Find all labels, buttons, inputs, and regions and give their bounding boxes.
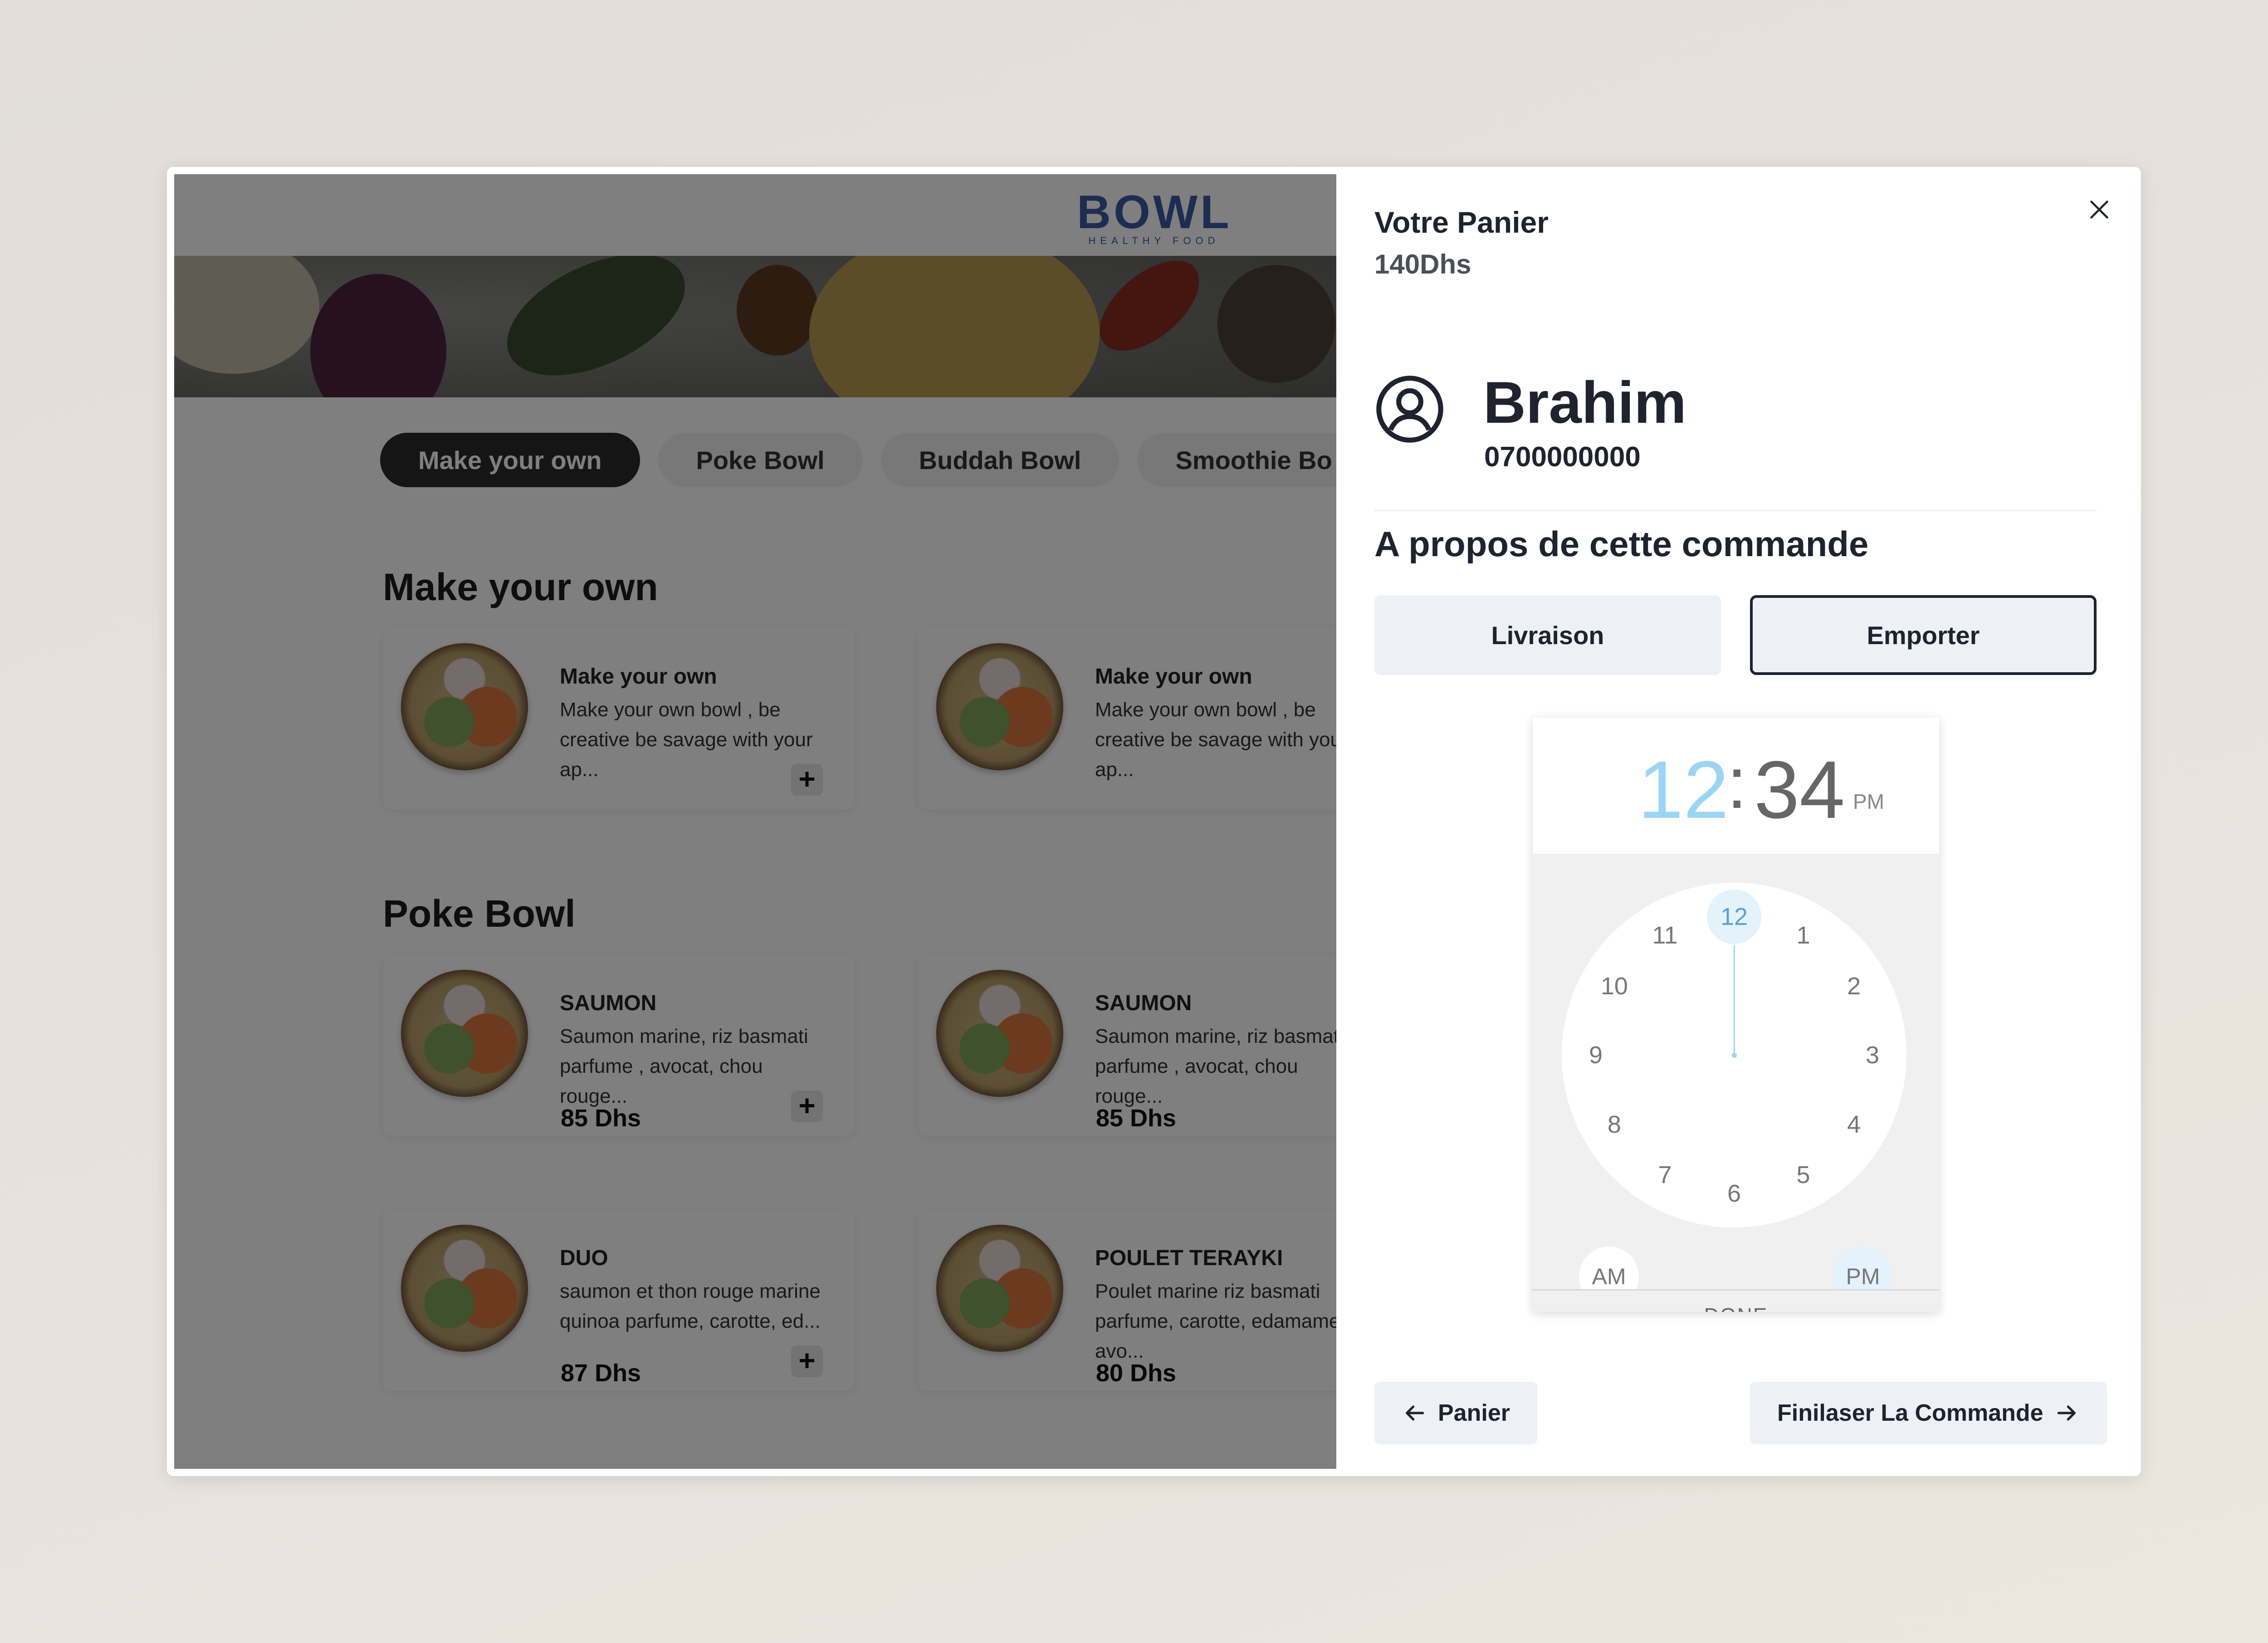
clock-number-9[interactable]: 9 [1573, 1032, 1618, 1078]
clock-number-6[interactable]: 6 [1711, 1171, 1757, 1216]
done-button[interactable]: DONE [1533, 1289, 1939, 1312]
clock-number-7[interactable]: 7 [1642, 1152, 1688, 1198]
arrow-left-icon [1406, 1405, 1424, 1421]
cart-total: 140Dhs [1374, 249, 1471, 279]
clock-number-2[interactable]: 2 [1831, 963, 1877, 1009]
modal-backdrop[interactable] [174, 174, 1336, 1469]
back-to-cart-button[interactable]: Panier [1374, 1382, 1537, 1444]
clock-number-4[interactable]: 4 [1831, 1102, 1877, 1147]
clock-center-dot [1732, 1053, 1737, 1058]
clock-number-11[interactable]: 11 [1642, 913, 1688, 958]
user-circle-icon [1376, 376, 1443, 443]
finalize-order-button[interactable]: Finilaser La Commande [1750, 1382, 2107, 1444]
clock-number-12[interactable]: 12 [1707, 890, 1761, 944]
clock-number-3[interactable]: 3 [1850, 1032, 1895, 1078]
clock-number-1[interactable]: 1 [1781, 913, 1826, 958]
customer-phone: 0700000000 [1484, 441, 1641, 473]
delivery-option-button[interactable]: Livraison [1374, 595, 1721, 675]
time-separator: : [1727, 742, 1747, 823]
takeaway-option-button[interactable]: Emporter [1750, 595, 2097, 675]
back-button-label: Panier [1438, 1400, 1510, 1426]
clock-number-8[interactable]: 8 [1592, 1102, 1637, 1147]
cart-drawer: Votre Panier 140Dhs Brahim 0700000000 A … [1336, 174, 2134, 1469]
arrow-right-icon [2057, 1405, 2076, 1421]
clock-number-5[interactable]: 5 [1781, 1152, 1826, 1198]
clock-dial[interactable]: 12 1 2 3 4 5 6 7 8 9 10 11 [1562, 883, 1906, 1227]
clock-number-10[interactable]: 10 [1592, 963, 1637, 1009]
period-display: PM [1853, 790, 1884, 813]
time-display: 12 : 34 PM [1533, 718, 1939, 854]
customer-name: Brahim [1483, 369, 1686, 435]
clock-hand [1734, 945, 1735, 1056]
order-section-title: A propos de cette commande [1374, 524, 1869, 564]
minute-display[interactable]: 34 [1754, 743, 1845, 837]
finalize-button-label: Finilaser La Commande [1777, 1400, 2043, 1426]
cart-title: Votre Panier [1374, 205, 1549, 239]
divider [1374, 510, 2097, 511]
app-window: BOWL HEALTHY FOOD Make your own Poke Bow… [174, 174, 2134, 1469]
close-icon[interactable] [2086, 196, 2113, 223]
hour-display[interactable]: 12 [1638, 743, 1729, 837]
time-picker: 12 : 34 PM 121234567891011 AM PM DONE [1533, 718, 1939, 1312]
app-frame: BOWL HEALTHY FOOD Make your own Poke Bow… [167, 167, 2141, 1476]
clock-body: 12 1 2 3 4 5 6 7 8 9 10 11 AM PM [1533, 854, 1939, 1306]
